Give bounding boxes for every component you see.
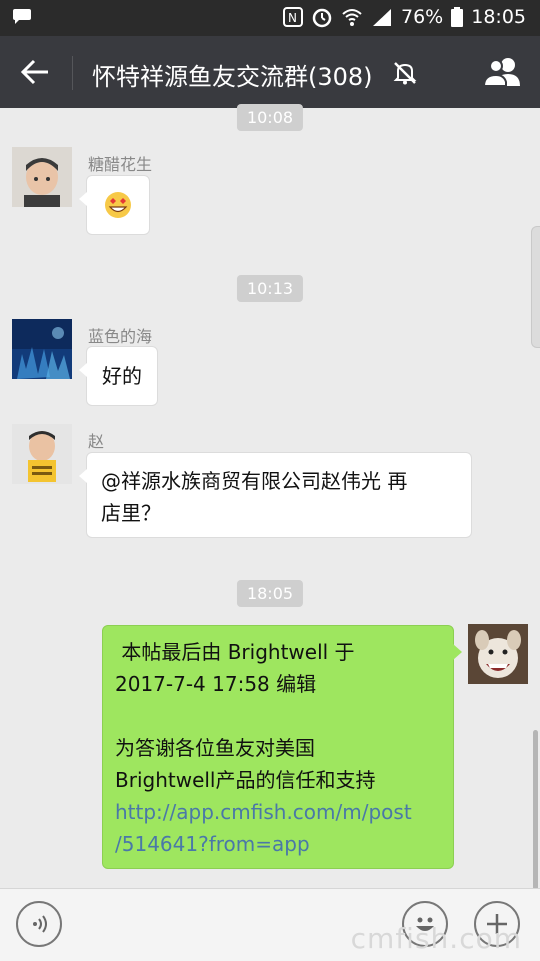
avatar[interactable]: [12, 319, 72, 379]
svg-text:N: N: [288, 11, 297, 25]
my-avatar[interactable]: [468, 624, 528, 684]
voice-icon: [33, 915, 47, 933]
message-link-line[interactable]: http://app.cmfish.com/m/post: [115, 796, 441, 828]
alarm-icon: [312, 8, 332, 28]
kid-sign-avatar-image: [12, 424, 72, 484]
battery-icon: [451, 7, 464, 27]
chat-header: 怀特祥源鱼友交流群(308): [0, 36, 540, 108]
mute-bell-icon: [393, 62, 417, 85]
message-line: 店里？: [101, 501, 161, 525]
sender-name: 蓝色的海: [88, 327, 153, 346]
message-line: Brightwell产品的信任和支持: [115, 768, 376, 792]
avatar[interactable]: [12, 147, 72, 207]
message-bubble[interactable]: 好的: [79, 346, 158, 406]
voice-button[interactable]: [16, 901, 62, 947]
ocean-avatar-image: [12, 319, 72, 379]
message-bubble[interactable]: @祥源水族商贸有限公司赵伟光 再 店里？: [79, 452, 472, 538]
clock-time: 18:05: [471, 6, 526, 28]
dog-avatar-image: [468, 624, 528, 684]
battery-percent: 76%: [401, 6, 444, 28]
message-bubble[interactable]: [79, 175, 150, 235]
signal-icon: [373, 9, 391, 26]
group-members-icon[interactable]: [482, 54, 526, 90]
header-divider: [72, 56, 73, 90]
scrollbar[interactable]: [533, 730, 538, 890]
nfc-icon: N: [283, 7, 303, 27]
child-avatar-image: [12, 147, 72, 207]
back-arrow-icon[interactable]: [16, 54, 56, 90]
message-line: 本帖最后由 Brightwell 于: [115, 640, 355, 664]
wifi-icon: [342, 9, 362, 26]
watermark: cmfish.com: [350, 922, 522, 955]
emoji-grin-icon: [105, 192, 131, 218]
message-line: 2017-7-4 17:58 编辑: [115, 672, 317, 696]
timestamp: 18:05: [236, 580, 304, 607]
sender-name: 赵: [88, 432, 105, 451]
message-link-line[interactable]: /514641?from=app: [115, 828, 441, 860]
timestamp: 10:08: [236, 104, 304, 131]
outgoing-message-bubble[interactable]: 本帖最后由 Brightwell 于 2017-7-4 17:58 编辑 为答谢…: [102, 625, 462, 869]
message-icon: [13, 9, 31, 24]
timestamp: 10:13: [236, 275, 304, 302]
message-line: 为答谢各位鱼友对美国: [115, 736, 315, 760]
chat-title: 怀特祥源鱼友交流群(308): [92, 63, 373, 91]
message-line: @祥源水族商贸有限公司赵伟光 再: [101, 469, 408, 493]
status-bar: N 76% 18:05: [0, 0, 540, 36]
sender-name: 糖醋花生: [88, 155, 153, 174]
side-pull-tab[interactable]: [531, 226, 540, 348]
avatar[interactable]: [12, 424, 72, 484]
